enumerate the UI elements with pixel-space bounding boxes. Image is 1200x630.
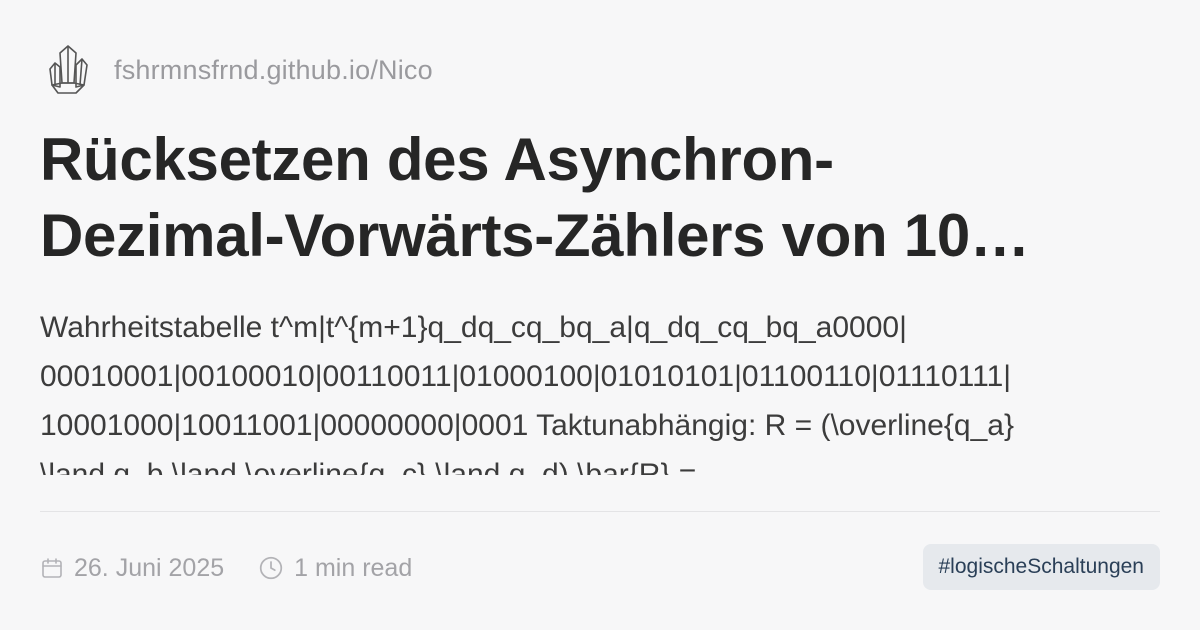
post-meta: 26. Juni 2025 1 min read: [40, 548, 412, 588]
excerpt-line: \land q_b \land \overline{q_c} \land q_d…: [40, 458, 697, 475]
site-header: fshrmnsfrnd.github.io/Nico: [46, 42, 433, 98]
publish-date: 26. Juni 2025: [40, 554, 224, 583]
crystal-logo-icon: [49, 45, 88, 94]
title-line: Rücksetzen des Asynchron-: [40, 126, 834, 193]
read-time-text: 1 min read: [294, 553, 413, 582]
clock-icon: [259, 556, 283, 580]
excerpt-line: Wahrheitstabelle t^m|t^{m+1}q_dq_cq_bq_a…: [40, 311, 907, 344]
date-text: 26. Juni 2025: [74, 553, 225, 582]
read-time: 1 min read: [258, 554, 412, 583]
page-title: Rücksetzen des Asynchron- Dezimal-Vorwär…: [40, 122, 1170, 274]
title-line: Dezimal-Vorwärts-Zählers von 10…: [40, 202, 1030, 269]
excerpt-line: 10001000|10011001|00000000|0001 Taktunab…: [40, 409, 1014, 442]
tag-badge[interactable]: #logischeSchaltungen: [922, 544, 1160, 590]
og-card: fshrmnsfrnd.github.io/Nico Rücksetzen de…: [0, 0, 1200, 630]
site-url[interactable]: fshrmnsfrnd.github.io/Nico: [114, 55, 433, 86]
calendar-icon: [42, 558, 62, 578]
excerpt-line: 00010001|00100010|00110011|01000100|0101…: [40, 360, 1012, 393]
divider: [40, 511, 1160, 512]
post-excerpt: Wahrheitstabelle t^m|t^{m+1}q_dq_cq_bq_a…: [40, 303, 1170, 475]
